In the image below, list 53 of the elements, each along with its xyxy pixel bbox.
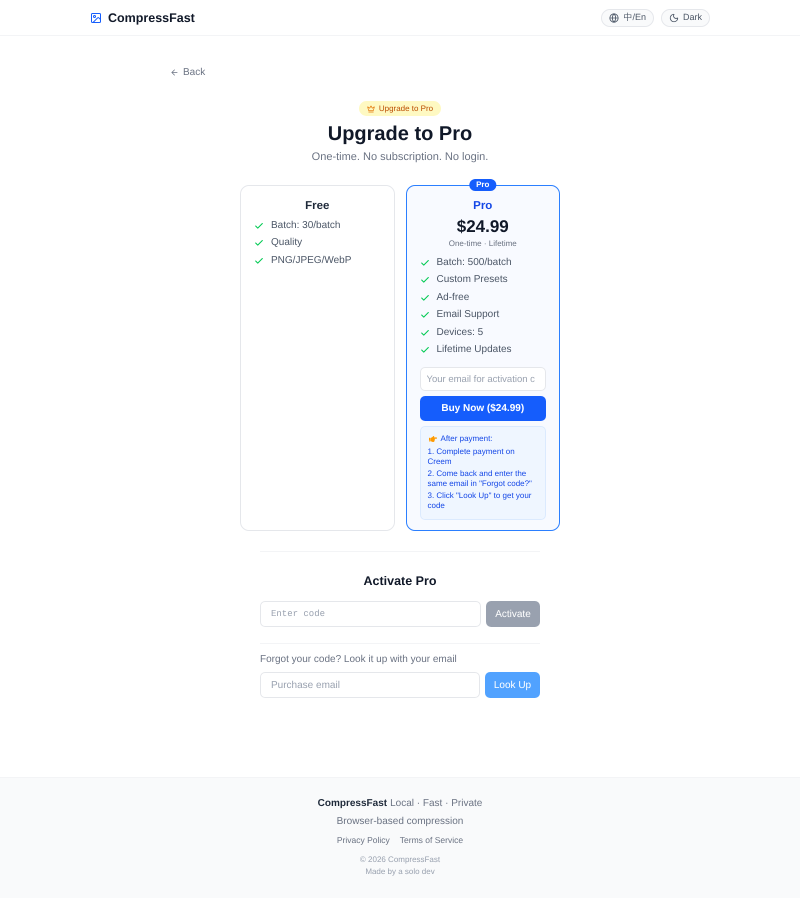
check-icon — [254, 220, 264, 231]
check-icon — [420, 328, 430, 338]
plan-feature: Email Support — [436, 308, 500, 322]
info-step: 1. Complete payment on Creem — [428, 447, 538, 467]
plan-price: $24.99 — [456, 217, 509, 237]
check-icon — [254, 238, 264, 248]
moon-icon — [668, 12, 679, 22]
logo-image-icon — [90, 12, 102, 24]
language-button[interactable]: 中/En — [601, 8, 654, 26]
globe-icon — [609, 12, 620, 22]
check-icon — [420, 258, 430, 268]
check-icon — [420, 275, 430, 286]
code-input[interactable]: Enter code — [260, 601, 481, 627]
plan-name: Free — [305, 199, 330, 214]
page-subtitle: One-time. No subscription. No login. — [312, 150, 488, 164]
page-title: Upgrade to Pro — [328, 122, 472, 147]
footer-link[interactable]: Privacy Policy — [336, 834, 390, 846]
info-step: 3. Click "Look Up" to get your code — [428, 491, 538, 511]
check-icon — [420, 310, 430, 320]
info-step: 2. Come back and enter the same email in "Forgot code?" — [428, 469, 538, 489]
plan-feature: Batch: 30/batch — [271, 218, 340, 233]
purchase-email-input[interactable]: Purchase email — [260, 672, 480, 698]
lookup-prompt: Forgot your code? Look it up with your email — [260, 653, 458, 667]
crown-icon — [366, 104, 375, 112]
copyright-text: © 2026 CompressFast — [360, 854, 440, 866]
info-heading: After payment: — [440, 433, 493, 444]
activate-title: Activate Pro — [364, 573, 436, 589]
buy-button[interactable]: Buy Now ($24.99) — [420, 396, 546, 421]
plan-name: Pro — [473, 199, 492, 214]
credit-text: Made by a solo dev — [365, 866, 435, 878]
brand-name: CompressFast — [108, 10, 195, 26]
plan-feature: Quality — [271, 236, 302, 250]
check-icon — [420, 292, 430, 303]
footer-link[interactable]: Terms of Service — [400, 834, 464, 846]
check-icon — [254, 256, 264, 266]
footer-tagline: Local · Fast · Private — [390, 797, 482, 811]
plan-feature: PNG/JPEG/WebP — [271, 254, 352, 268]
theme-toggle-button[interactable]: Dark — [660, 8, 710, 26]
plan-feature: Custom Presets — [436, 273, 508, 288]
back-link[interactable]: Back — [170, 64, 206, 80]
plan-feature: Devices: 5 — [436, 326, 484, 340]
plan-feature: Lifetime Updates — [436, 343, 512, 358]
plan-ribbon: Pro — [469, 179, 496, 191]
footer-brand: CompressFast — [318, 797, 388, 811]
check-icon — [420, 345, 430, 356]
footer-description: Browser-based compression — [336, 815, 464, 829]
badge-label: Upgrade to Pro — [378, 104, 434, 114]
arrow-left-icon — [170, 68, 179, 77]
plan-feature: Batch: 500/batch — [436, 256, 512, 270]
email-input[interactable]: Your email for activation c — [420, 367, 546, 391]
pointing-hand-icon — [428, 434, 438, 442]
plan-feature: Ad-free — [436, 290, 470, 305]
price-note: One-time · Lifetime — [448, 239, 517, 249]
